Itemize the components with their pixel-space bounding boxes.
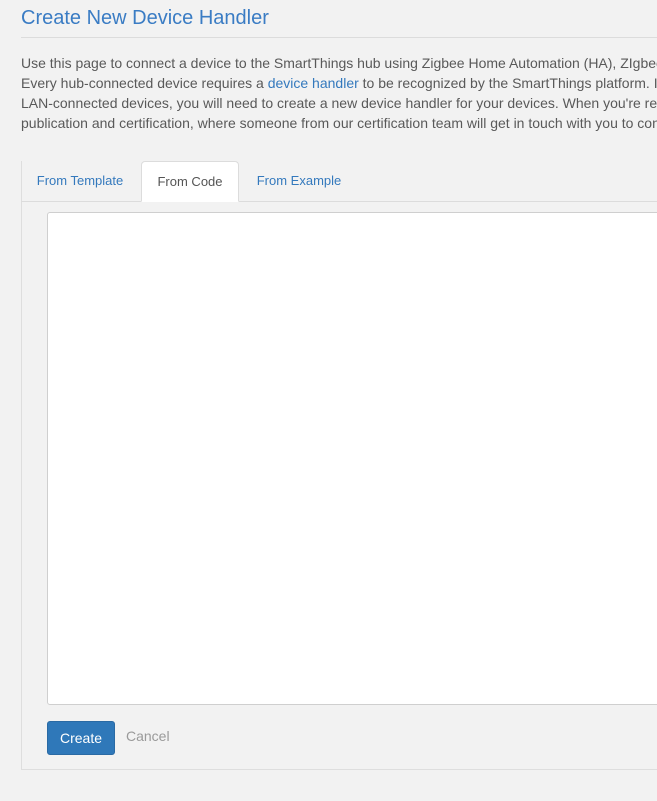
page: Create New Device Handler Use this page … xyxy=(0,0,657,801)
intro-line-3: LAN-connected devices, you will need to … xyxy=(21,95,657,111)
device-handler-link[interactable]: device handler xyxy=(268,75,359,91)
tab-from-template[interactable]: From Template xyxy=(21,161,139,201)
tabs-divider xyxy=(21,201,657,202)
page-title: Create New Device Handler xyxy=(21,7,269,29)
tab-from-example[interactable]: From Example xyxy=(241,161,357,201)
intro-line-2-start: Every hub-connected device requires a xyxy=(21,75,268,91)
tab-from-code[interactable]: From Code xyxy=(141,161,239,202)
intro-line-2: Every hub-connected device requires a de… xyxy=(21,73,657,93)
cancel-link[interactable]: Cancel xyxy=(126,728,170,744)
intro-line-4: publication and certification, where som… xyxy=(21,115,657,131)
tab-bar: From Template From Code From Example xyxy=(21,161,657,202)
intro-line-2-end: to be recognized by the SmartThings plat… xyxy=(358,75,657,91)
intro-line-1: Use this page to connect a device to the… xyxy=(21,55,657,71)
title-divider xyxy=(21,37,657,38)
code-editor-input[interactable] xyxy=(47,212,657,705)
intro-text: Use this page to connect a device to the… xyxy=(21,53,657,133)
create-button[interactable]: Create xyxy=(47,721,115,755)
